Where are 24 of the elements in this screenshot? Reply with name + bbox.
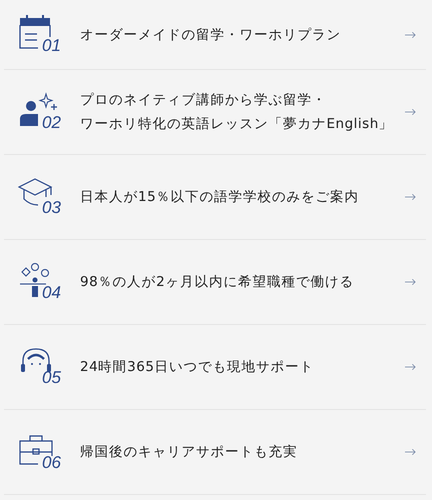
feature-number: 05 [42, 369, 61, 387]
feature-title: 24時間365日いつでも現地サポート [80, 358, 315, 376]
feature-title: 98％の人が2ヶ月以内に希望職種で働ける [80, 273, 355, 291]
arrow-right-icon [405, 30, 416, 38]
feature-link[interactable]: 03 日本人が15％以下の語学学校のみをご案内 [4, 155, 426, 240]
feature-number: 04 [42, 284, 61, 302]
feature-number: 06 [42, 454, 61, 472]
feature-link[interactable]: 06 帰国後のキャリアサポートも充実 [4, 410, 426, 495]
feature-title: プロのネイティブ講師から学ぶ留学・ ワーホリ特化の英語レッスン「夢カナEnglish」 [80, 91, 394, 133]
feature-title: 帰国後のキャリアサポートも充実 [80, 443, 298, 461]
arrow-right-icon [405, 108, 416, 116]
feature-number: 03 [42, 199, 61, 217]
arrow-right-icon [405, 278, 416, 286]
arrow-right-icon [405, 193, 416, 201]
feature-number: 02 [42, 114, 61, 132]
feature-link[interactable]: 02 プロのネイティブ講師から学ぶ留学・ ワーホリ特化の英語レッスン「夢カナEnglish」 [4, 70, 426, 155]
feature-link[interactable]: 05 24時間365日いつでも現地サポート [4, 325, 426, 410]
feature-link[interactable]: 04 98％の人が2ヶ月以内に希望職種で働ける [4, 240, 426, 325]
arrow-right-icon [405, 363, 416, 371]
feature-title: 日本人が15％以下の語学学校のみをご案内 [80, 188, 360, 206]
feature-title: オーダーメイドの留学・ワーホリプラン [80, 26, 342, 44]
feature-link[interactable]: 01 オーダーメイドの留学・ワーホリプラン [4, 0, 426, 70]
feature-number: 01 [42, 36, 61, 54]
arrow-right-icon [405, 448, 416, 456]
